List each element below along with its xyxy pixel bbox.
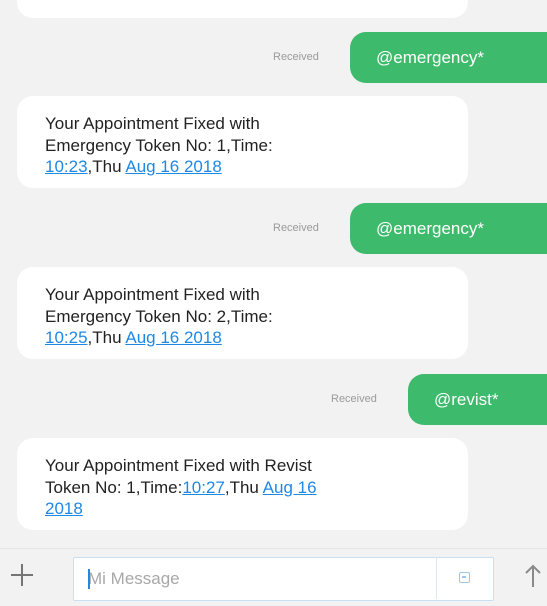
- delivery-status: Received: [273, 222, 319, 234]
- sent-message-bubble[interactable]: @emergency*: [350, 32, 547, 83]
- partial-message-bubble[interactable]: [17, 0, 468, 18]
- text-cursor: [88, 569, 90, 589]
- message-thread: Received @emergency* Your Appointment Fi…: [0, 0, 547, 548]
- message-line: 10:23,Thu Aug 16 2018: [45, 156, 448, 178]
- day-text: ,Thu: [87, 328, 126, 347]
- delivery-status: Received: [273, 51, 319, 63]
- message-line: Your Appointment Fixed with: [45, 285, 260, 304]
- message-input[interactable]: [74, 558, 434, 599]
- message-composer: [0, 548, 547, 606]
- time-link[interactable]: 10:23: [45, 157, 88, 176]
- message-line: Emergency Token No: 2,Time:: [45, 306, 273, 326]
- send-arrow-icon[interactable]: [524, 563, 542, 589]
- time-link[interactable]: 10:25: [45, 328, 88, 347]
- time-link[interactable]: 10:27: [182, 478, 225, 497]
- message-line: 2018: [45, 498, 448, 520]
- date-link[interactable]: Aug 16: [263, 478, 317, 497]
- day-text: ,Thu: [224, 477, 263, 497]
- message-line: 10:25,Thu Aug 16 2018: [45, 327, 448, 349]
- message-text: Token No: 1,Time:: [45, 477, 183, 497]
- date-link-continued[interactable]: 2018: [45, 499, 83, 518]
- message-input-box[interactable]: [73, 557, 494, 601]
- received-message-bubble[interactable]: Your Appointment Fixed with Emergency To…: [17, 267, 468, 359]
- message-line: Token No: 1,Time:10:27,Thu Aug 16: [45, 477, 448, 499]
- message-line: Your Appointment Fixed with: [45, 114, 260, 133]
- message-line: Your Appointment Fixed with Revist: [45, 456, 312, 475]
- attach-icon[interactable]: [459, 572, 470, 583]
- plus-icon[interactable]: [11, 564, 33, 586]
- date-link[interactable]: Aug 16 2018: [125, 328, 221, 347]
- day-text: ,Thu: [87, 157, 126, 176]
- delivery-status: Received: [331, 393, 377, 405]
- received-message-bubble[interactable]: Your Appointment Fixed with Emergency To…: [17, 96, 468, 188]
- sent-message-bubble[interactable]: @revist*: [408, 374, 547, 425]
- sent-message-bubble[interactable]: @emergency*: [350, 203, 547, 254]
- input-divider: [436, 558, 437, 599]
- received-message-bubble[interactable]: Your Appointment Fixed with Revist Token…: [17, 438, 468, 530]
- date-link[interactable]: Aug 16 2018: [125, 157, 221, 176]
- message-line: Emergency Token No: 1,Time:: [45, 135, 273, 155]
